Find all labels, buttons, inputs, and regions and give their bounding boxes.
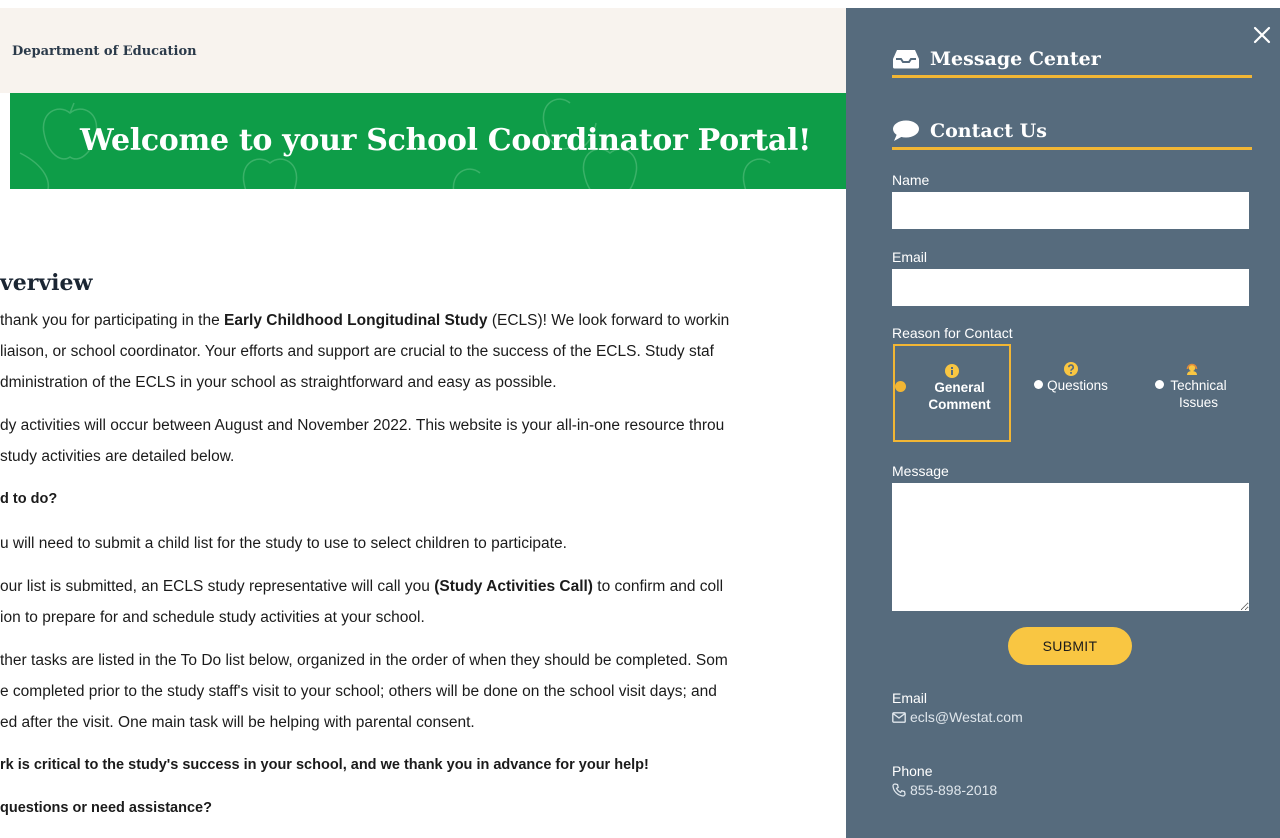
thank-you-line: rk is critical to the study's success in…: [0, 757, 649, 773]
reason-technical-issues[interactable]: Technical Issues: [1136, 344, 1248, 442]
contact-phone-label: Phone: [892, 763, 933, 779]
text-span: to confirm and coll: [592, 578, 724, 595]
name-input[interactable]: [892, 192, 1249, 229]
study-name-bold: Early Childhood Longitudinal Study: [224, 312, 488, 329]
site-header: Department of Education: [0, 8, 846, 93]
reason-questions[interactable]: Questions: [1016, 344, 1126, 442]
email-label: Email: [892, 249, 928, 265]
contact-us-heading: Contact Us: [892, 114, 1252, 150]
section-question: d to do?: [0, 491, 58, 507]
question-icon: [1064, 362, 1078, 376]
reason-general-comment[interactable]: General Comment: [893, 344, 1011, 442]
message-center-heading: Message Center: [892, 42, 1252, 78]
overview-paragraph-line: ion to prepare for and schedule study ac…: [0, 609, 425, 626]
welcome-banner: Welcome to your School Coordinator Porta…: [10, 93, 846, 189]
text-span: our list is submitted, an ECLS study rep…: [0, 578, 435, 595]
text-span: (ECLS)! We look forward to workin: [487, 312, 730, 329]
reason-text: General Comment: [928, 380, 991, 412]
overview-paragraph-line: thank you for participating in the Early…: [0, 312, 729, 330]
radio-unselected-icon[interactable]: [1034, 380, 1044, 389]
overview-paragraph-line: our list is submitted, an ECLS study rep…: [0, 578, 723, 596]
overview-paragraph-line: e completed prior to the study staff's v…: [0, 683, 717, 700]
banner-title: Welcome to your School Coordinator Porta…: [80, 123, 811, 158]
call-name-bold: (Study Activities Call): [434, 578, 593, 595]
radio-selected-icon[interactable]: [895, 381, 906, 392]
message-label: Message: [892, 463, 949, 479]
reason-row: General Comment: [895, 379, 1009, 413]
text-span: thank you for participating in the: [0, 312, 225, 329]
portal-page: Department of Education Welcome to your …: [0, 0, 846, 838]
overview-heading: verview: [0, 270, 93, 296]
message-center-panel: Message Center Contact Us Name Email Rea…: [846, 8, 1280, 838]
inbox-icon: [893, 49, 919, 68]
headset-icon: [1186, 363, 1198, 375]
submit-button[interactable]: SUBMIT: [1008, 627, 1132, 665]
reason-text: Technical Issues: [1170, 378, 1227, 410]
info-icon: [945, 364, 959, 378]
overview-paragraph-line: dy activities will occur between August …: [0, 417, 725, 434]
reason-row: Technical Issues: [1154, 377, 1230, 411]
contact-us-title: Contact Us: [930, 119, 1047, 142]
contact-phone[interactable]: 855-898-2018: [892, 782, 997, 798]
reason-row: Questions: [1034, 377, 1108, 394]
envelope-icon: [892, 711, 906, 723]
speech-bubble-icon: [893, 120, 919, 141]
section-question: questions or need assistance?: [0, 800, 212, 816]
contact-phone-link[interactable]: 855-898-2018: [910, 782, 997, 798]
reason-label: Reason for Contact: [892, 325, 1013, 341]
overview-paragraph-line: ed after the visit. One main task will b…: [0, 714, 475, 731]
overview-paragraph-line: liaison, or school coordinator. Your eff…: [0, 343, 714, 360]
reason-text: Questions: [1047, 378, 1108, 393]
overview-paragraph-line: ther tasks are listed in the To Do list …: [0, 652, 728, 669]
department-name: Department of Education: [12, 44, 197, 59]
phone-icon: [892, 783, 906, 797]
overview-paragraph-line: study activities are detailed below.: [0, 448, 235, 465]
overview-paragraph-line: dministration of the ECLS in your school…: [0, 374, 557, 391]
close-icon[interactable]: [1251, 24, 1273, 46]
radio-unselected-icon[interactable]: [1154, 380, 1164, 389]
contact-email[interactable]: ecls@Westat.com: [892, 709, 1023, 725]
email-input[interactable]: [892, 269, 1249, 306]
contact-email-label: Email: [892, 690, 928, 706]
overview-paragraph-line: u will need to submit a child list for t…: [0, 535, 567, 552]
name-label: Name: [892, 172, 930, 188]
message-textarea[interactable]: [892, 483, 1249, 611]
contact-email-link[interactable]: ecls@Westat.com: [910, 709, 1023, 725]
message-center-title: Message Center: [930, 47, 1101, 70]
